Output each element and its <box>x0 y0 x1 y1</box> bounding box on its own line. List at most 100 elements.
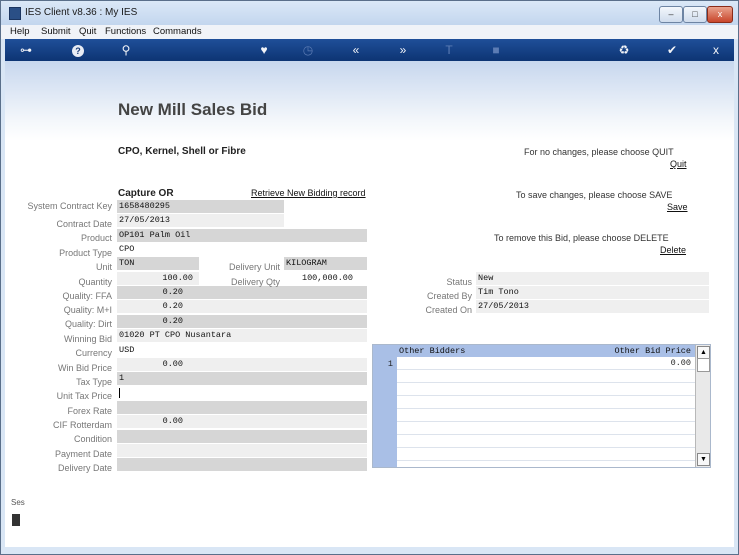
winning-bid-field[interactable]: 01020 PT CPO Nusantara <box>117 329 367 342</box>
forex-rate-label: Forex Rate <box>67 406 112 416</box>
recycle-icon[interactable]: ♻ <box>615 42 633 58</box>
delete-link[interactable]: Delete <box>660 245 686 255</box>
created-on-label: Created On <box>425 305 472 315</box>
app-icon <box>9 7 21 20</box>
quit-link[interactable]: Quit <box>670 159 687 169</box>
quantity-label: Quantity <box>78 277 112 287</box>
page-title: New Mill Sales Bid <box>118 100 268 119</box>
table-row[interactable] <box>397 422 695 435</box>
text-icon[interactable]: T <box>440 42 458 58</box>
product-field[interactable]: OP101 Palm Oil <box>117 229 367 242</box>
created-by-label: Created By <box>426 291 472 301</box>
col-other-bid-price[interactable]: Other Bid Price <box>614 345 691 357</box>
menu-commands[interactable]: Commands <box>153 26 202 37</box>
session-label: Ses <box>11 498 25 507</box>
product-label: Product <box>80 233 112 243</box>
menu-help[interactable]: Help <box>10 26 30 37</box>
created-by-field: Tim Tono <box>476 286 709 299</box>
heart-icon[interactable]: ♥ <box>255 42 273 58</box>
dirt-field[interactable]: 0.20 <box>117 315 367 328</box>
contract-date-field[interactable]: 27/05/2013 <box>117 214 284 227</box>
ffa-label: Quality: FFA <box>62 291 112 301</box>
search-icon[interactable]: ⚲ <box>117 42 135 58</box>
win-bid-price-field[interactable]: 0.00 <box>117 358 367 371</box>
mi-label: Quality: M+I <box>63 305 112 315</box>
product-type-label: Product Type <box>59 248 112 258</box>
cell-price[interactable]: 0.00 <box>671 357 691 369</box>
forward-icon[interactable]: » <box>394 42 412 58</box>
ok-icon[interactable]: ✔ <box>663 42 681 58</box>
status-field: New <box>476 272 709 285</box>
save-link[interactable]: Save <box>667 202 688 212</box>
tax-type-label: Tax Type <box>76 377 112 387</box>
contract-date-label: Contract Date <box>56 219 112 229</box>
delivery-unit-label: Delivery Unit <box>228 262 280 272</box>
cif-field[interactable]: 0.00 <box>117 415 367 428</box>
table-row[interactable] <box>397 370 695 383</box>
menu-functions[interactable]: Functions <box>105 26 146 37</box>
contract-key-field: 1658480295 <box>117 200 284 213</box>
condition-field[interactable] <box>117 430 367 443</box>
help-glyph: ? <box>72 45 84 57</box>
other-bidders-grid[interactable]: 1 Other Bidders Other Bid Price 0.00 ▲ ▼ <box>372 344 711 468</box>
table-row[interactable] <box>397 435 695 448</box>
table-row[interactable] <box>397 409 695 422</box>
session-icon[interactable] <box>12 514 20 526</box>
delivery-date-label: Delivery Date <box>57 463 112 473</box>
created-on-field: 27/05/2013 <box>476 300 709 313</box>
menu-bar: Help Submit Quit Functions Commands <box>1 25 738 39</box>
cif-label: CIF Rotterdam <box>52 420 112 430</box>
close-icon[interactable]: x <box>707 42 725 58</box>
tax-type-field[interactable]: 1 <box>117 372 367 385</box>
mi-field[interactable]: 0.20 <box>117 300 367 313</box>
unit-tax-price-field[interactable] <box>117 387 367 400</box>
quit-instruction: For no changes, please choose QUIT <box>524 147 674 157</box>
retrieve-link[interactable]: Retrieve New Bidding record <box>251 188 366 198</box>
title-bar: IES Client v8.36 : My IES – □ x <box>1 1 738 25</box>
payment-date-label: Payment Date <box>54 449 112 459</box>
delivery-qty-label: Delivery Qty <box>230 277 280 287</box>
delivery-qty-field[interactable]: 100,000.00 <box>284 272 367 285</box>
col-other-bidders[interactable]: Other Bidders <box>399 345 465 357</box>
toolbar: ⊶ ? ⚲ ♥ ◷ « » T ■ ♻ ✔ x <box>5 39 734 61</box>
grid-header: Other Bidders Other Bid Price <box>397 345 695 357</box>
currency-label: Currency <box>75 348 112 358</box>
contract-key-label: System Contract Key <box>27 201 112 211</box>
history-icon[interactable]: ◷ <box>299 42 317 58</box>
stop-icon[interactable]: ■ <box>487 42 505 58</box>
delete-instruction: To remove this Bid, please choose DELETE <box>494 233 669 243</box>
save-instruction: To save changes, please choose SAVE <box>516 190 673 200</box>
row-number: 1 <box>387 359 393 369</box>
unit-label: Unit <box>95 262 112 272</box>
payment-date-field[interactable] <box>117 444 367 457</box>
table-row[interactable]: 0.00 <box>397 357 695 370</box>
grid-scrollbar[interactable]: ▲ ▼ <box>695 345 710 467</box>
ffa-field[interactable]: 0.20 <box>117 286 367 299</box>
table-row[interactable] <box>397 396 695 409</box>
window-title: IES Client v8.36 : My IES <box>25 7 138 18</box>
scroll-down-icon[interactable]: ▼ <box>697 453 710 466</box>
winning-bid-label: Winning Bid <box>63 334 112 344</box>
forex-rate-field[interactable] <box>117 401 367 414</box>
close-button[interactable]: x <box>707 6 733 23</box>
help-icon[interactable]: ? <box>69 42 87 58</box>
menu-submit[interactable]: Submit <box>41 26 71 37</box>
back-icon[interactable]: « <box>347 42 365 58</box>
condition-label: Condition <box>73 434 112 444</box>
maximize-button[interactable]: □ <box>683 6 707 23</box>
table-row[interactable] <box>397 383 695 396</box>
unit-field[interactable]: TON <box>117 257 199 270</box>
menu-quit[interactable]: Quit <box>79 26 96 37</box>
currency-field[interactable]: USD <box>117 344 367 357</box>
minimize-button[interactable]: – <box>659 6 683 23</box>
status-label: Status <box>446 277 472 287</box>
page-subtitle: CPO, Kernel, Shell or Fibre <box>118 146 246 157</box>
delivery-date-field[interactable] <box>117 458 367 471</box>
dirt-label: Quality: Dirt <box>64 319 112 329</box>
scroll-thumb[interactable] <box>697 358 710 372</box>
product-type-field[interactable]: CPO <box>117 243 367 256</box>
quantity-field[interactable]: 100.00 <box>117 272 199 285</box>
delivery-unit-field[interactable]: KILOGRAM <box>284 257 367 270</box>
key-icon[interactable]: ⊶ <box>13 42 39 58</box>
table-row[interactable] <box>397 448 695 461</box>
